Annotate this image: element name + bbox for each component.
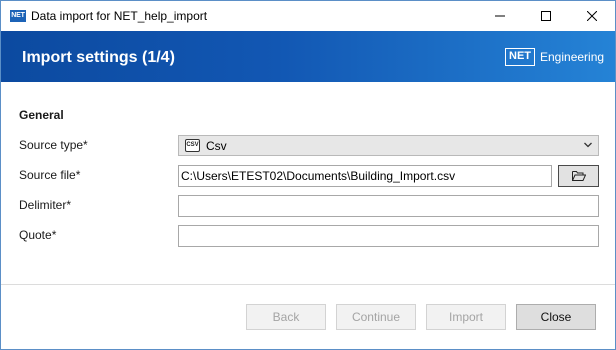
quote-label: Quote* [19, 228, 57, 242]
minimize-icon [495, 15, 505, 17]
source-file-input[interactable]: C:\Users\ETEST02\Documents\Building_Impo… [178, 165, 552, 187]
import-button[interactable]: Import [426, 304, 506, 330]
app-icon: NET [10, 10, 26, 22]
logo-text: Engineering [540, 50, 605, 64]
close-icon [587, 11, 597, 21]
source-type-label: Source type* [19, 138, 88, 152]
window-close-button[interactable] [569, 1, 615, 31]
page-title: Import settings (1/4) [22, 49, 175, 66]
window-title: Data import for NET_help_import [31, 9, 208, 23]
footer-divider [1, 284, 615, 285]
source-file-label: Source file* [19, 168, 81, 182]
chevron-down-icon [584, 142, 592, 148]
close-button[interactable]: Close [516, 304, 596, 330]
folder-open-icon [572, 171, 586, 181]
delimiter-input[interactable] [178, 195, 599, 217]
quote-input[interactable] [178, 225, 599, 247]
delimiter-label: Delimiter* [19, 198, 72, 212]
source-type-value: Csv [206, 139, 227, 153]
continue-button[interactable]: Continue [336, 304, 416, 330]
maximize-button[interactable] [523, 1, 569, 31]
browse-file-button[interactable] [558, 165, 599, 187]
title-bar[interactable]: NET Data import for NET_help_import [1, 1, 615, 31]
section-title-general: General [19, 108, 64, 122]
maximize-icon [541, 11, 551, 21]
header-banner: Import settings (1/4) NET Engineering [1, 31, 615, 82]
back-button[interactable]: Back [246, 304, 326, 330]
minimize-button[interactable] [477, 1, 523, 31]
import-dialog-window: NET Data import for NET_help_import Impo… [0, 0, 616, 350]
source-type-select[interactable]: CSV Csv [178, 135, 599, 156]
csv-file-icon: CSV [185, 139, 200, 152]
logo-box: NET [505, 48, 535, 66]
